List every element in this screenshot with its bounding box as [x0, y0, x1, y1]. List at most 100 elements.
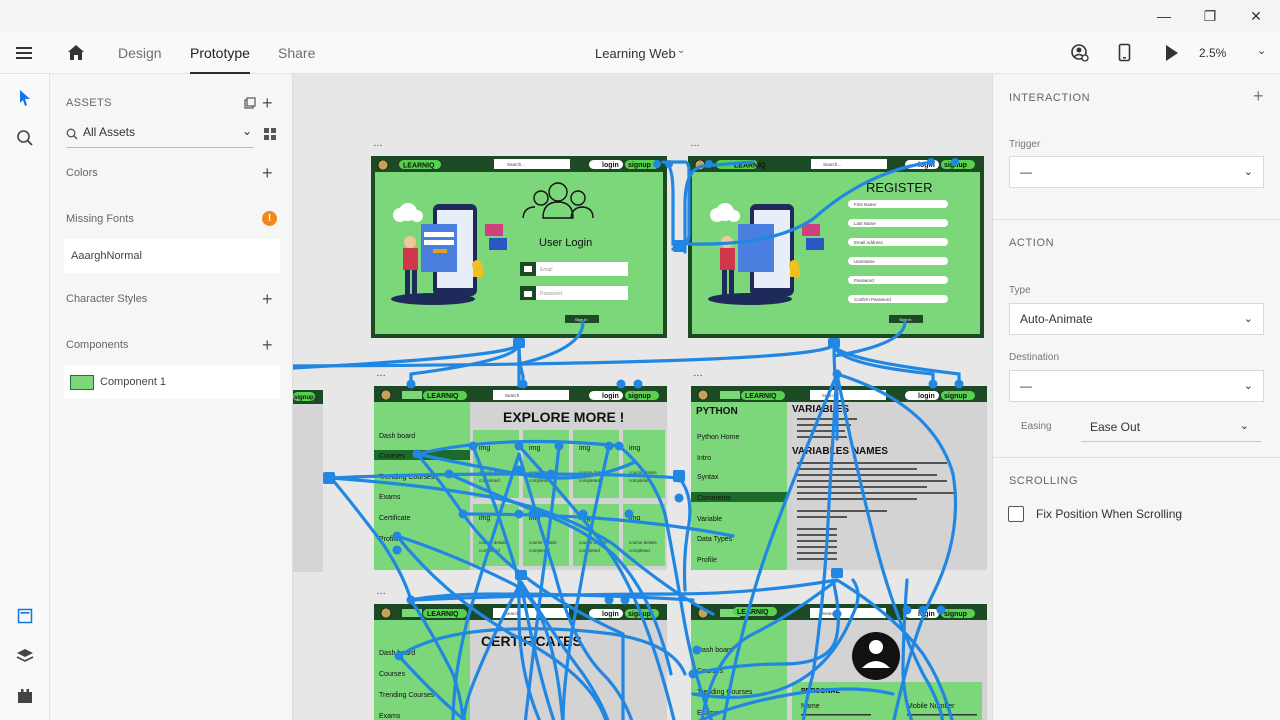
- type-dropdown[interactable]: Auto-Animate ⌄: [1009, 303, 1264, 335]
- explore-card-status: completed: [629, 548, 650, 553]
- missing-fonts-section[interactable]: Missing Fonts: [66, 213, 134, 225]
- register-field: Confirm Password: [854, 297, 891, 302]
- svg-text:…: …: [376, 586, 386, 597]
- trigger-label: Trigger: [1009, 139, 1041, 150]
- play-icon[interactable]: [1164, 44, 1180, 67]
- user-preview-icon[interactable]: [1070, 43, 1090, 68]
- destination-value: —: [1020, 379, 1032, 393]
- assets-icon[interactable]: [13, 604, 37, 628]
- register-search: Search...: [823, 162, 841, 167]
- explore-card-img: img: [579, 445, 590, 452]
- assets-header: ASSETS: [66, 97, 112, 109]
- python-login-link: login: [918, 393, 935, 400]
- artboard-python[interactable]: … LEARNIQ Search login signup PYTHON Pyt…: [691, 368, 987, 570]
- home-icon[interactable]: [66, 43, 86, 66]
- certificates-logo: LEARNIQ: [427, 611, 459, 618]
- grid-view-icon[interactable]: [264, 127, 276, 145]
- close-button[interactable]: ✕: [1233, 0, 1279, 32]
- character-styles-section[interactable]: Character Styles: [66, 293, 147, 305]
- chevron-down-icon: ⌄: [1239, 420, 1249, 432]
- add-component-icon[interactable]: +: [262, 336, 273, 354]
- component-thumbnail: [70, 374, 94, 390]
- explore-logo: LEARNIQ: [427, 393, 459, 400]
- svg-text:…: …: [690, 138, 700, 149]
- tab-share[interactable]: Share: [278, 32, 315, 74]
- components-section[interactable]: Components: [66, 339, 128, 351]
- component-item[interactable]: Component 1: [64, 365, 280, 399]
- easing-dropdown[interactable]: Ease Out ⌄: [1081, 412, 1261, 442]
- explore-card-img: img: [629, 445, 640, 452]
- svg-text:…: …: [693, 368, 703, 379]
- restore-button[interactable]: ❐: [1187, 0, 1233, 32]
- explore-card-status: completed: [479, 478, 500, 483]
- divider: [993, 219, 1280, 220]
- device-preview-icon[interactable]: [1118, 43, 1132, 68]
- assets-panel: ASSETS + All Assets ⌄ Colors + Missing F…: [50, 74, 293, 720]
- python-nav-item: Variable: [697, 516, 722, 523]
- artboard-register[interactable]: … LEARNIQ Search... login signup: [688, 138, 984, 338]
- explore-nav-item: Certificate: [379, 515, 411, 522]
- profile-logo: LEARNIQ: [737, 609, 769, 616]
- explore-signup-link: signup: [628, 393, 651, 400]
- library-icon[interactable]: [244, 96, 256, 114]
- svg-text:…: …: [373, 138, 383, 149]
- missing-font-item[interactable]: AaarghNormal: [64, 239, 280, 273]
- svg-text:…: …: [376, 368, 386, 379]
- add-color-icon[interactable]: +: [262, 164, 273, 182]
- python-nav-item: Profile: [697, 557, 717, 564]
- layers-icon[interactable]: [13, 644, 37, 668]
- zoom-chevron-icon[interactable]: ⌄: [1257, 44, 1266, 57]
- explore-login-link: login: [602, 393, 619, 400]
- register-field: Password: [854, 278, 874, 283]
- explore-card-img: img: [479, 515, 490, 522]
- search-icon: [66, 127, 78, 145]
- hamburger-menu-icon[interactable]: [15, 45, 35, 66]
- trigger-dropdown[interactable]: — ⌄: [1009, 156, 1264, 188]
- colors-section[interactable]: Colors: [66, 167, 98, 179]
- login-button: Sign In: [575, 317, 587, 322]
- tab-prototype[interactable]: Prototype: [190, 32, 250, 74]
- explore-nav-item: Exams: [379, 494, 401, 501]
- certificates-nav-item: Courses: [379, 671, 406, 678]
- easing-label: Easing: [1021, 421, 1052, 432]
- python-nav-title: PYTHON: [696, 406, 738, 417]
- artboards-layer: … LEARNIQ Search... login signup User Lo…: [293, 138, 987, 720]
- app-menubar: Design Prototype Share Learning Web ⌄ 2.…: [0, 32, 1280, 74]
- artboard-partial[interactable]: signup: [293, 390, 323, 572]
- chevron-down-icon: ⌄: [1243, 166, 1253, 178]
- python-nav-item: Data Types: [697, 536, 733, 543]
- explore-title: EXPLORE MORE !: [503, 409, 624, 425]
- type-label: Type: [1009, 285, 1031, 296]
- add-interaction-icon[interactable]: +: [1253, 86, 1264, 107]
- add-asset-icon[interactable]: +: [262, 94, 273, 112]
- document-title[interactable]: Learning Web: [595, 32, 676, 74]
- chevron-down-icon: ⌄: [1243, 380, 1253, 392]
- interaction-header: INTERACTION: [1009, 92, 1091, 104]
- warning-icon: !: [262, 211, 277, 226]
- register-field: First Name: [854, 202, 876, 207]
- svg-text:…: …: [693, 586, 703, 597]
- prototype-canvas[interactable]: … LEARNIQ Search... login signup User Lo…: [293, 74, 992, 720]
- plugins-icon[interactable]: [13, 684, 37, 708]
- fix-position-checkbox[interactable]: [1008, 506, 1024, 522]
- search-icon[interactable]: [13, 126, 37, 150]
- component-name: Component 1: [100, 376, 167, 388]
- zoom-level[interactable]: 2.5%: [1199, 32, 1226, 74]
- profile-signup-link: signup: [944, 611, 967, 618]
- explore-card-img: img: [529, 445, 540, 452]
- artboard-login[interactable]: … LEARNIQ Search... login signup User Lo…: [371, 138, 667, 338]
- missing-font-name: AaarghNormal: [71, 250, 142, 262]
- login-logo: LEARNIQ: [403, 163, 435, 170]
- python-nav-item: Intro: [697, 455, 711, 462]
- add-character-style-icon[interactable]: +: [262, 290, 273, 308]
- login-password: Password: [540, 291, 562, 297]
- select-tool-icon[interactable]: [13, 86, 37, 110]
- explore-nav-item: Courses: [379, 453, 406, 460]
- minimize-button[interactable]: —: [1141, 0, 1187, 32]
- chevron-down-icon[interactable]: ⌄: [677, 45, 685, 56]
- register-title: REGISTER: [866, 180, 932, 195]
- explore-card-img: img: [479, 445, 490, 452]
- destination-dropdown[interactable]: — ⌄: [1009, 370, 1264, 402]
- assets-filter[interactable]: All Assets ⌄: [66, 122, 254, 148]
- tab-design[interactable]: Design: [118, 32, 162, 74]
